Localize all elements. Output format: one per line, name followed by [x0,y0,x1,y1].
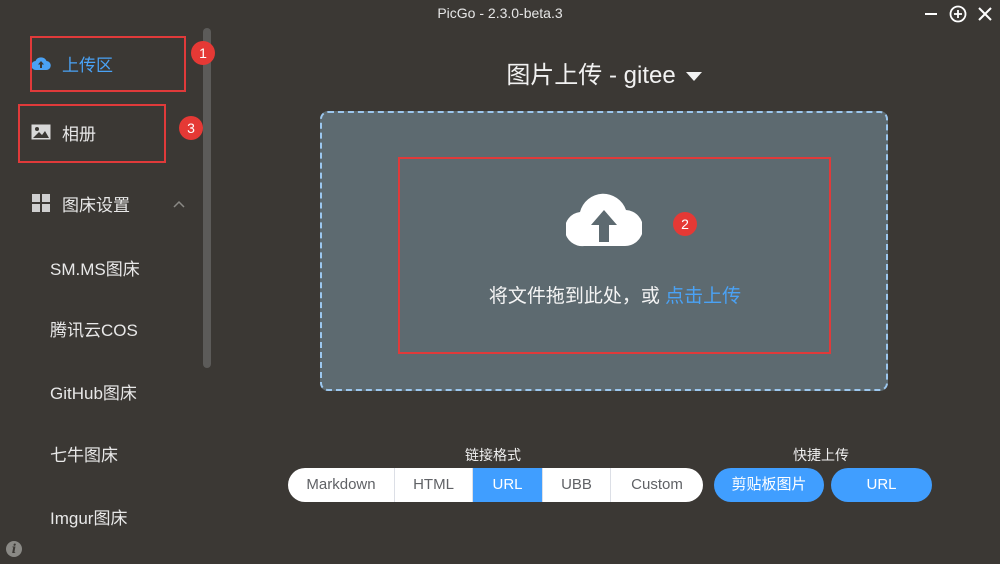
sidebar-item-label: 图床设置 [62,195,130,215]
caret-down-icon[interactable] [685,72,702,82]
sidebar-item-github[interactable]: GitHub图床 [50,379,137,409]
minimize-icon[interactable] [922,5,940,23]
sidebar-item-smms[interactable]: SM.MS图床 [50,255,140,285]
sidebar-item-imgur[interactable]: Imgur图床 [50,504,127,534]
sidebar-item-picbed-settings[interactable]: 图床设置 [0,178,200,228]
annotation-badge: 1 [191,41,215,65]
format-ubb-button[interactable]: UBB [543,468,611,502]
link-format-label: 链接格式 [465,447,521,463]
close-icon[interactable] [976,5,994,23]
window-title: PicGo - 2.3.0-beta.3 [437,5,563,21]
url-upload-button[interactable]: URL [831,468,932,502]
chevron-up-icon[interactable] [172,197,186,211]
annotation-box-upload [30,36,186,92]
sidebar-item-qiniu[interactable]: 七牛图床 [50,441,118,471]
format-custom-button[interactable]: Custom [611,468,703,502]
format-html-button[interactable]: HTML [395,468,473,502]
annotation-box-gallery [18,104,166,163]
plus-circle-icon[interactable] [949,5,967,23]
link-format-segmented: Markdown HTML URL UBB Custom [288,468,703,502]
format-markdown-button[interactable]: Markdown [288,468,395,502]
quick-upload-label: 快捷上传 [793,447,849,463]
title-bar: PicGo - 2.3.0-beta.3 [0,0,1000,28]
annotation-badge: 3 [179,116,203,140]
annotation-box-dropzone [398,157,831,354]
page-title-text: 图片上传 - gitee [506,62,676,89]
info-icon[interactable]: i [6,541,22,557]
sidebar-item-tencent-cos[interactable]: 腾讯云COS [50,316,138,346]
sidebar-scrollbar[interactable] [203,28,211,368]
grid-icon [30,192,52,214]
annotation-badge: 2 [673,212,697,236]
format-url-button[interactable]: URL [473,468,543,502]
clipboard-upload-button[interactable]: 剪贴板图片 [714,468,824,502]
page-title[interactable]: 图片上传 - gitee [320,55,888,90]
